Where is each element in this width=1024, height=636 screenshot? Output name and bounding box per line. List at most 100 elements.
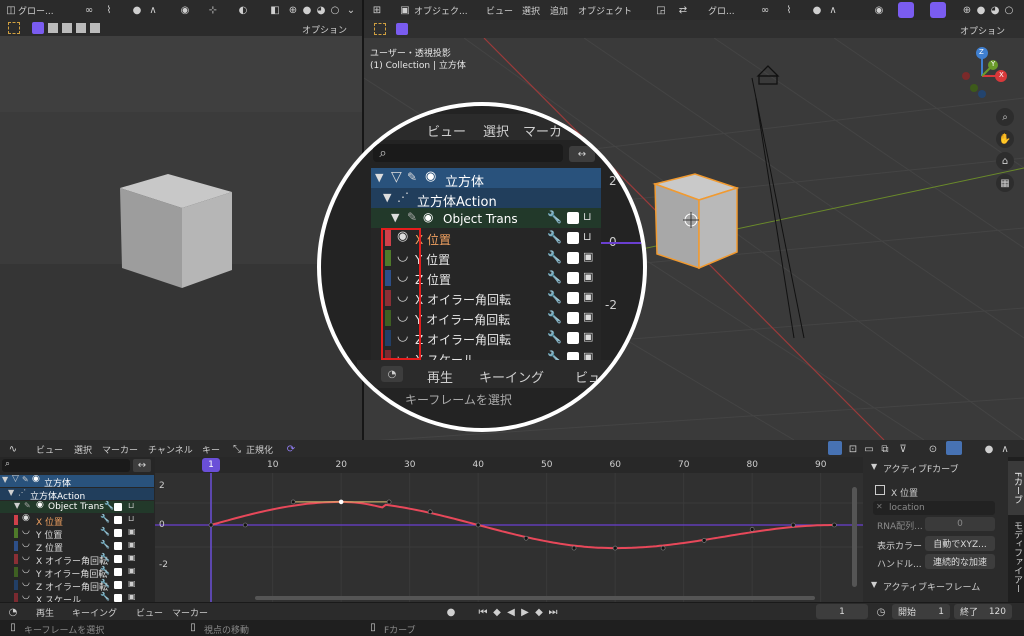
ge-menu-key[interactable]: キー <box>202 443 220 456</box>
ge-channel-lock-icon[interactable]: ▣ <box>128 566 136 575</box>
graph-area[interactable]: 10 20 30 40 50 60 70 80 90 1 2 0 -2 <box>155 457 863 602</box>
ge-channel-curve-icon[interactable]: ◡ <box>22 526 30 536</box>
handle-dropdown[interactable]: 連続的な加速 <box>925 554 995 569</box>
mag-menu-marker[interactable]: マーカ <box>523 121 562 140</box>
ge-group-lock-icon[interactable]: ⊔ <box>128 501 134 510</box>
ge-channel-wrench-icon[interactable]: 🔧 <box>100 592 110 601</box>
mag-channel-wrench-icon[interactable]: 🔧 <box>547 230 562 244</box>
ge-group-arrow-icon[interactable]: ▼ <box>14 501 20 510</box>
mag-channel-lock-icon[interactable]: ⊔ <box>583 230 592 243</box>
menu-object[interactable]: オブジェクト <box>578 4 632 17</box>
normalize-toggle[interactable]: 正規化 <box>246 443 273 456</box>
rna-path-field[interactable]: ✕ location <box>873 501 995 515</box>
tool-mode-icon[interactable] <box>396 23 408 35</box>
shading-material-icon[interactable]: ◕ <box>314 3 328 17</box>
ge-channel-wrench-icon[interactable]: 🔧 <box>100 566 110 575</box>
ge-row-action[interactable]: ▼ ⋰ 立方体Action <box>0 488 154 502</box>
ge-menu-marker[interactable]: マーカー <box>102 443 138 456</box>
mag-timeline-icon[interactable]: ◔ <box>381 366 403 382</box>
record-icon[interactable]: ● <box>444 605 458 619</box>
ge-channel-check-icon[interactable] <box>114 529 122 537</box>
mag-action-arrow-icon[interactable]: ▼ <box>383 191 391 204</box>
ge-channel-curve-icon[interactable]: ◡ <box>22 552 30 562</box>
link-icon[interactable]: ∞ <box>82 3 96 17</box>
jump-start-icon[interactable]: ⏮ <box>476 605 490 619</box>
ge-channel-lock-icon[interactable]: ▣ <box>128 553 136 562</box>
mag-expand-arrow-icon[interactable]: ▼ <box>375 171 383 184</box>
ge-channel-check-icon[interactable] <box>114 542 122 550</box>
mag-group-eye-icon[interactable]: ◉ <box>423 210 433 224</box>
ge-channel-check-icon[interactable] <box>114 594 122 602</box>
play-icon[interactable]: ▶ <box>518 605 532 619</box>
ge-menu-view[interactable]: ビュー <box>36 443 63 456</box>
graph-scrollbar[interactable] <box>852 487 857 587</box>
mag-search-field[interactable]: ⌕ <box>373 144 563 162</box>
ge-group-check-icon[interactable] <box>114 503 122 511</box>
mag-channel-check-icon[interactable] <box>567 252 579 264</box>
cycle-icon[interactable]: ⟳ <box>284 442 298 456</box>
left-viewport[interactable]: ◫ グロー... ∞ ⌇ ● ∧ ◉ ⊹ ◐ ◧ ⊕ ● ◕ ○ ⌄ オプション <box>0 0 362 440</box>
ge-channel-wrench-icon[interactable]: 🔧 <box>100 527 110 536</box>
main-options-dropdown[interactable]: オプション <box>960 24 1005 37</box>
mag-channel-wrench-icon[interactable]: 🔧 <box>547 250 562 264</box>
mag-channel-wrench-icon[interactable]: 🔧 <box>547 270 562 284</box>
ge-channel-curve-icon[interactable]: ◡ <box>22 565 30 575</box>
rna-array-field[interactable]: 0 <box>925 517 995 531</box>
mag-channel-check-icon[interactable] <box>567 292 579 304</box>
ge-channel-row[interactable]: ◡ X オイラー角回転 🔧 ▣ <box>0 552 154 567</box>
mag-menu-select[interactable]: 選択 <box>483 121 509 140</box>
play-reverse-icon[interactable]: ◀ <box>504 605 518 619</box>
timeline-editor-icon[interactable]: ◔ <box>6 605 20 619</box>
ge-channel-check-icon[interactable] <box>114 568 122 576</box>
ge-channel-wrench-icon[interactable]: 🔧 <box>100 553 110 562</box>
graph-h-scrollbar[interactable] <box>255 596 815 600</box>
ge-object-pin-icon[interactable]: ✎ <box>22 475 29 484</box>
ge-channel-row[interactable]: ◡ Z 位置 🔧 ▣ <box>0 539 154 554</box>
mag-channel-check-icon[interactable] <box>567 272 579 284</box>
shading-dropdown-icon[interactable]: ⌄ <box>344 3 358 17</box>
mag-menu-view[interactable]: ビュー <box>427 121 466 140</box>
left-transform-orientation[interactable]: グロー... <box>18 4 54 17</box>
ge-menu-channel[interactable]: チャンネル <box>148 443 193 456</box>
left-options-dropdown[interactable]: オプション <box>302 23 347 36</box>
ge-channel-eye-icon[interactable]: ◉ <box>22 513 30 523</box>
visibility-icon[interactable]: ◉ <box>178 3 192 17</box>
camera-view-icon[interactable]: ⌂ <box>996 152 1014 170</box>
shading-wire-icon[interactable]: ⊕ <box>286 3 300 17</box>
mag-row-action[interactable]: ▼ ⋰ 立方体Action <box>371 188 601 210</box>
falloff-icon[interactable]: ∧ <box>146 3 160 17</box>
mag-group-wrench-icon[interactable]: 🔧 <box>547 210 562 224</box>
filter-icon[interactable]: ⊽ <box>896 442 910 456</box>
ge-channel-wrench-icon[interactable]: 🔧 <box>100 540 110 549</box>
mag-row-group[interactable]: ▼ ✎ ◉ Object Trans 🔧 ⊔ <box>371 208 601 228</box>
zoom-icon[interactable]: ⌕ <box>996 108 1014 126</box>
display-color-dropdown[interactable]: 自動でXYZ... <box>925 536 995 551</box>
viewport-visibility-icon[interactable]: ◉ <box>872 3 886 17</box>
frame-icon[interactable]: ▭ <box>862 442 876 456</box>
ge-group-eye-icon[interactable]: ◉ <box>36 500 44 510</box>
mag-channel-wrench-icon[interactable]: 🔧 <box>547 310 562 324</box>
current-frame-indicator[interactable]: 1 <box>202 458 220 472</box>
editor-type-icon[interactable]: ⊞ <box>370 3 384 17</box>
ge-menu-select[interactable]: 選択 <box>74 443 92 456</box>
start-frame-field[interactable]: 開始 1 <box>892 604 950 619</box>
timeline-view-menu[interactable]: ビュー <box>136 606 163 619</box>
select-mode-extend-icon[interactable] <box>48 23 58 33</box>
shading-solid-icon[interactable]: ● <box>300 3 314 17</box>
mag-channel-lock-icon[interactable]: ▣ <box>583 270 593 283</box>
snap-magnet-icon[interactable]: ⌇ <box>782 3 796 17</box>
copy-icon[interactable]: ⧉ <box>878 442 892 456</box>
xray-icon[interactable]: ◧ <box>268 3 282 17</box>
timeline-marker-menu[interactable]: マーカー <box>172 606 208 619</box>
ge-channel-lock-icon[interactable]: ⊔ <box>128 514 134 523</box>
ge-channel-lock-icon[interactable]: ▣ <box>128 540 136 549</box>
timeline-play-menu[interactable]: 再生 <box>36 606 54 619</box>
mag-group-lock-icon[interactable]: ⊔ <box>583 210 592 223</box>
mag-swap-icon[interactable]: ↔ <box>569 146 595 162</box>
overlay-icon[interactable]: ◐ <box>236 3 250 17</box>
mag-channel-wrench-icon[interactable]: 🔧 <box>547 330 562 344</box>
ge-channel-check-icon[interactable] <box>114 581 122 589</box>
overlay-toggle-icon[interactable] <box>930 2 946 18</box>
end-frame-field[interactable]: 終了 120 <box>954 604 1012 619</box>
mag-channel-check-icon[interactable] <box>567 332 579 344</box>
